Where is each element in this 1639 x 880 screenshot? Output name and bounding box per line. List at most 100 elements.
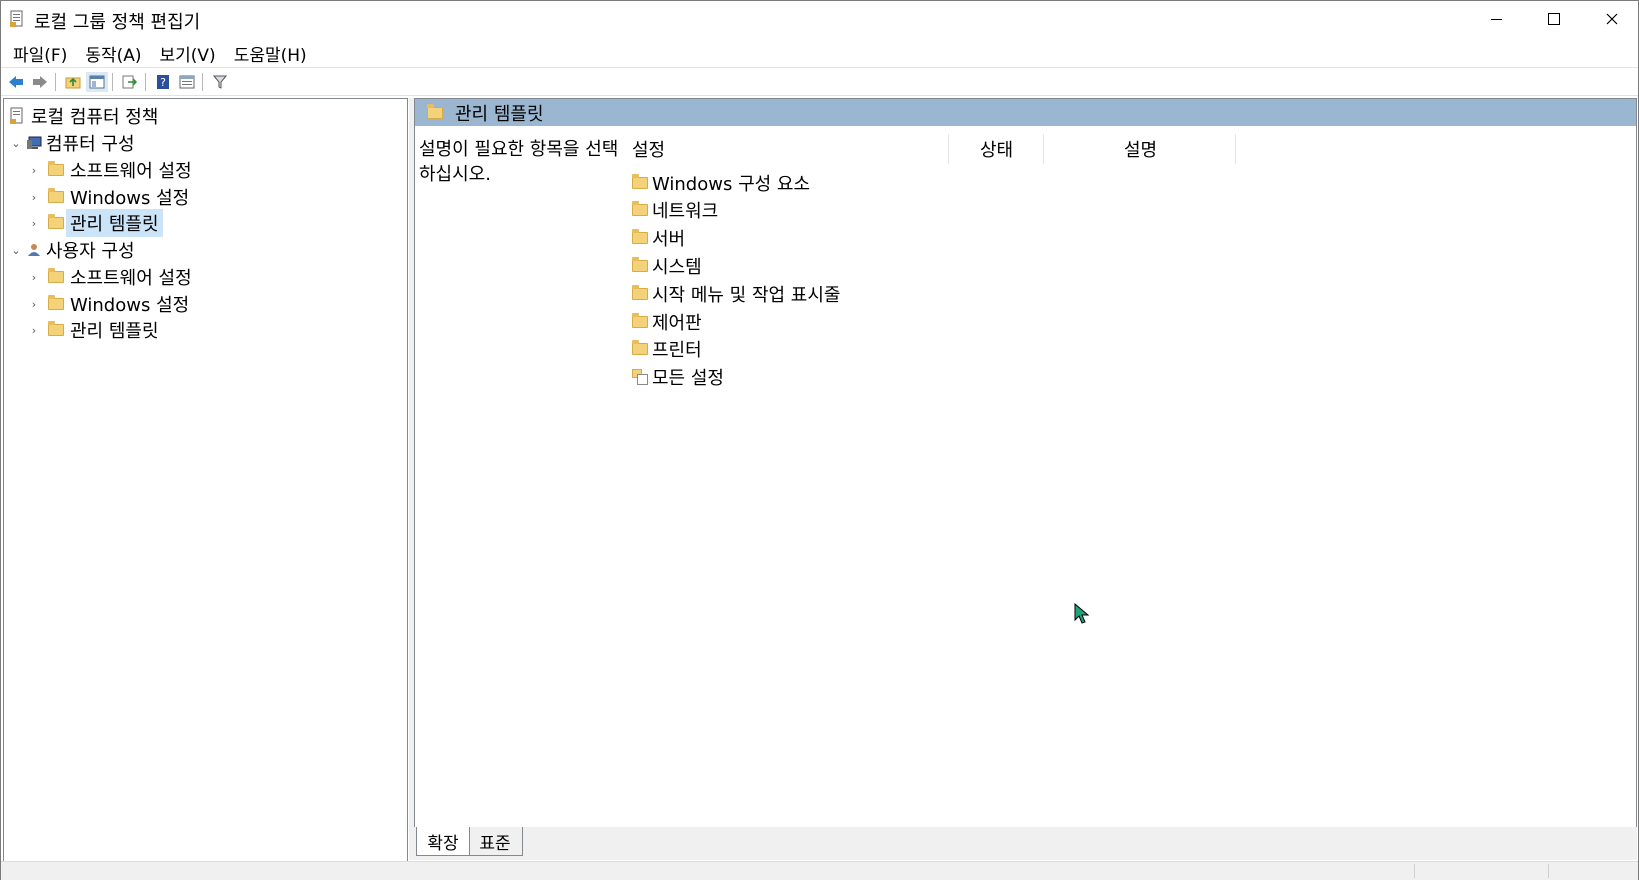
column-divider[interactable]: [1043, 134, 1044, 164]
chevron-right-icon[interactable]: ›: [28, 271, 40, 284]
up-folder-icon: [65, 77, 81, 89]
list-item[interactable]: 시스템: [632, 253, 702, 279]
chevron-down-icon[interactable]: ⌄: [10, 244, 22, 257]
menubar-divider: [1, 67, 1638, 68]
chevron-right-icon[interactable]: ›: [28, 217, 40, 230]
tree-pane[interactable]: 로컬 컴퓨터 정책 ⌄ 컴퓨터 구성 › 소프트웨어 설정 › Windows …: [3, 98, 408, 862]
back-button[interactable]: [5, 72, 27, 92]
list-item-label: 프린터: [652, 340, 702, 361]
folder-icon: [632, 229, 648, 244]
chevron-right-icon[interactable]: ›: [28, 298, 40, 311]
tree-label-selected: 관리 템플릿: [66, 209, 163, 237]
details-header: 관리 템플릿: [415, 99, 1636, 126]
list-item-label: 제어판: [652, 313, 702, 334]
toolbar-separator: [202, 73, 203, 91]
list-item[interactable]: 네트워크: [632, 197, 718, 223]
description-text: 설명이 필요한 항목을 선택하십시오.: [419, 139, 619, 185]
tab-extended[interactable]: 확장: [416, 827, 470, 856]
folder-icon: [48, 321, 64, 336]
tree-root-label: 로컬 컴퓨터 정책: [31, 107, 159, 128]
folder-icon: [632, 174, 648, 189]
tree-root[interactable]: 로컬 컴퓨터 정책: [10, 103, 162, 129]
tree-item-computer-windows[interactable]: › Windows 설정: [28, 184, 193, 210]
export-list-icon: [122, 75, 138, 89]
list-item[interactable]: 모든 설정: [632, 364, 724, 390]
forward-button[interactable]: [29, 72, 51, 92]
chevron-right-icon[interactable]: ›: [28, 164, 40, 177]
settings-list[interactable]: 설정 상태 설명 Windows 구성 요소 네트워크 서버 시스템 시작 메뉴…: [622, 126, 1636, 826]
tree-item-computer-config[interactable]: ⌄ 컴퓨터 구성: [10, 130, 139, 156]
main-window: 로컬 그룹 정책 편집기 파일(F) 동작(A) 보기(V) 도움말(H) ? …: [0, 0, 1639, 880]
details-header-title: 관리 템플릿: [455, 103, 544, 125]
tree-item-computer-software[interactable]: › 소프트웨어 설정: [28, 157, 196, 183]
list-item[interactable]: 제어판: [632, 309, 702, 335]
tree-label: Windows 설정: [70, 188, 190, 209]
list-item-label: 시스템: [652, 257, 702, 278]
chevron-right-icon[interactable]: ›: [28, 191, 40, 204]
column-header-state[interactable]: 상태: [980, 134, 1040, 164]
tree-label: 컴퓨터 구성: [46, 134, 135, 155]
tree-item-user-admin-templates[interactable]: › 관리 템플릿: [28, 317, 163, 343]
show-hide-tree-button[interactable]: [86, 72, 108, 92]
folder-icon: [632, 201, 648, 216]
menu-action[interactable]: 동작(A): [75, 41, 149, 66]
toolbar-separator: [145, 73, 146, 91]
details-pane: 관리 템플릿 설명이 필요한 항목을 선택하십시오. 설정 상태 설명 Wind…: [414, 98, 1637, 828]
computer-icon: [27, 136, 42, 149]
up-folder-button[interactable]: [62, 72, 84, 92]
forward-icon: [33, 76, 47, 88]
chevron-down-icon[interactable]: ⌄: [10, 137, 22, 150]
column-header-comment[interactable]: 설명: [1124, 134, 1204, 164]
back-icon: [9, 76, 23, 88]
title-bar: 로컬 그룹 정책 편집기: [1, 1, 1638, 37]
filter-button[interactable]: [209, 72, 231, 92]
menu-help[interactable]: 도움말(H): [224, 41, 315, 66]
user-icon: [28, 244, 40, 256]
list-item-label: 서버: [652, 229, 686, 250]
tree-item-user-windows[interactable]: › Windows 설정: [28, 291, 193, 317]
chevron-right-icon[interactable]: ›: [28, 324, 40, 337]
tree-item-user-config[interactable]: ⌄ 사용자 구성: [10, 237, 139, 263]
folder-icon: [632, 313, 648, 328]
maximize-button[interactable]: [1525, 1, 1583, 37]
tree-item-user-software[interactable]: › 소프트웨어 설정: [28, 264, 196, 290]
minimize-button[interactable]: [1467, 1, 1525, 37]
menu-bar: 파일(F) 동작(A) 보기(V) 도움말(H): [1, 39, 1638, 67]
folder-icon: [427, 103, 443, 119]
maximize-icon: [1548, 13, 1560, 25]
tree-label: Windows 설정: [70, 295, 190, 316]
help-button[interactable]: ?: [152, 72, 174, 92]
help-icon: ?: [157, 75, 169, 89]
tree-label: 사용자 구성: [46, 241, 135, 262]
tab-standard[interactable]: 표준: [468, 827, 523, 856]
toolbar-separator: [112, 73, 113, 91]
svg-text:?: ?: [160, 76, 166, 89]
column-divider[interactable]: [948, 134, 949, 164]
column-header-setting[interactable]: 설정: [632, 134, 952, 164]
tree-item-computer-admin-templates[interactable]: › 관리 템플릿: [28, 209, 163, 237]
filter-icon: [213, 75, 227, 89]
menu-file[interactable]: 파일(F): [1, 41, 75, 66]
policy-root-icon: [10, 107, 23, 124]
properties-icon: [179, 75, 195, 89]
close-button[interactable]: [1583, 1, 1639, 37]
menu-view[interactable]: 보기(V): [150, 41, 224, 66]
toolbar: ?: [1, 70, 1638, 94]
status-bar: [1, 861, 1638, 880]
list-item[interactable]: 프린터: [632, 336, 702, 362]
list-item[interactable]: 시작 메뉴 및 작업 표시줄: [632, 281, 841, 307]
toolbar-separator: [55, 73, 56, 91]
folder-icon: [632, 285, 648, 300]
export-list-button[interactable]: [119, 72, 141, 92]
list-item-label: Windows 구성 요소: [652, 174, 811, 195]
list-item[interactable]: Windows 구성 요소: [632, 170, 810, 196]
properties-button[interactable]: [176, 72, 198, 92]
list-item[interactable]: 서버: [632, 225, 685, 251]
show-hide-tree-icon: [89, 75, 105, 89]
folder-icon: [48, 161, 64, 176]
toolbar-divider: [1, 95, 1638, 96]
folder-icon: [632, 340, 648, 355]
folder-icon: [48, 214, 64, 229]
window-title: 로컬 그룹 정책 편집기: [34, 12, 201, 33]
column-divider[interactable]: [1235, 134, 1236, 164]
